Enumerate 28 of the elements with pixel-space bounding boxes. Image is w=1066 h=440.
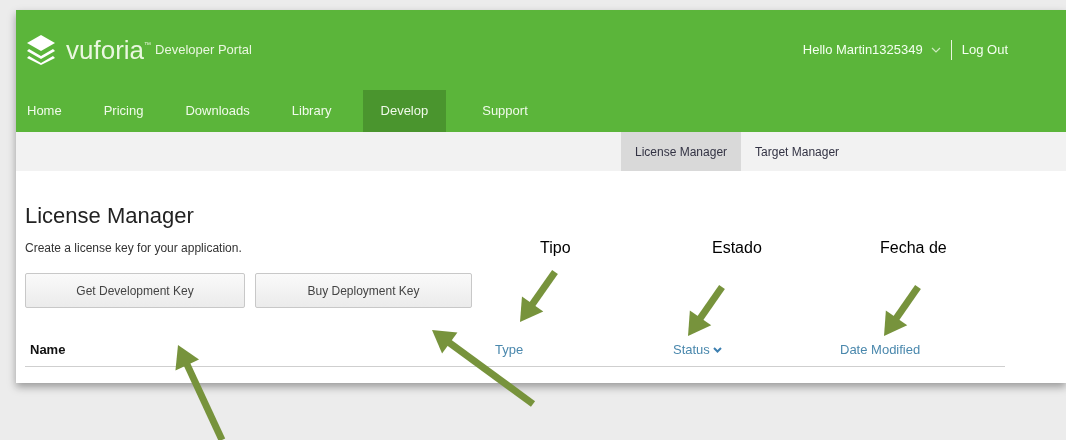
sub-tab[interactable]: Target Manager [741, 132, 854, 171]
annotation-label: Fecha de [880, 238, 947, 258]
nav-tab[interactable]: Develop [362, 90, 447, 132]
column-header[interactable]: Date Modified [840, 340, 921, 360]
brand-name: vuforia [66, 37, 145, 63]
annotation-label: Estado [712, 238, 762, 258]
key-button[interactable]: Buy Deployment Key [255, 273, 472, 308]
logo-icon [26, 34, 56, 66]
user-greeting[interactable]: Hello Martin1325349 [802, 40, 923, 60]
nav-tab[interactable]: Support [471, 90, 539, 132]
sub-tab[interactable]: License Manager [621, 132, 742, 171]
column-header[interactable]: Type [495, 340, 524, 360]
page-title: License Manager [25, 205, 195, 227]
nav-tab[interactable]: Home [16, 90, 73, 132]
key-button[interactable]: Get Development Key [25, 273, 245, 308]
column-header: Name [30, 341, 66, 359]
nav-tab[interactable]: Library [280, 90, 343, 132]
nav-tab[interactable]: Pricing [92, 90, 155, 132]
annotation-label: Tipo [540, 238, 571, 258]
arrow [884, 285, 921, 336]
logout-link[interactable]: Log Out [961, 40, 1008, 60]
portal-name: Developer Portal [155, 41, 252, 60]
page-subtitle: Create a license key for your application. [25, 240, 242, 257]
arrow [520, 270, 558, 322]
arrow [688, 285, 725, 336]
chevron-down-icon[interactable] [712, 346, 722, 353]
column-header[interactable]: Status [673, 340, 710, 360]
nav-tab[interactable]: Downloads [174, 90, 261, 132]
